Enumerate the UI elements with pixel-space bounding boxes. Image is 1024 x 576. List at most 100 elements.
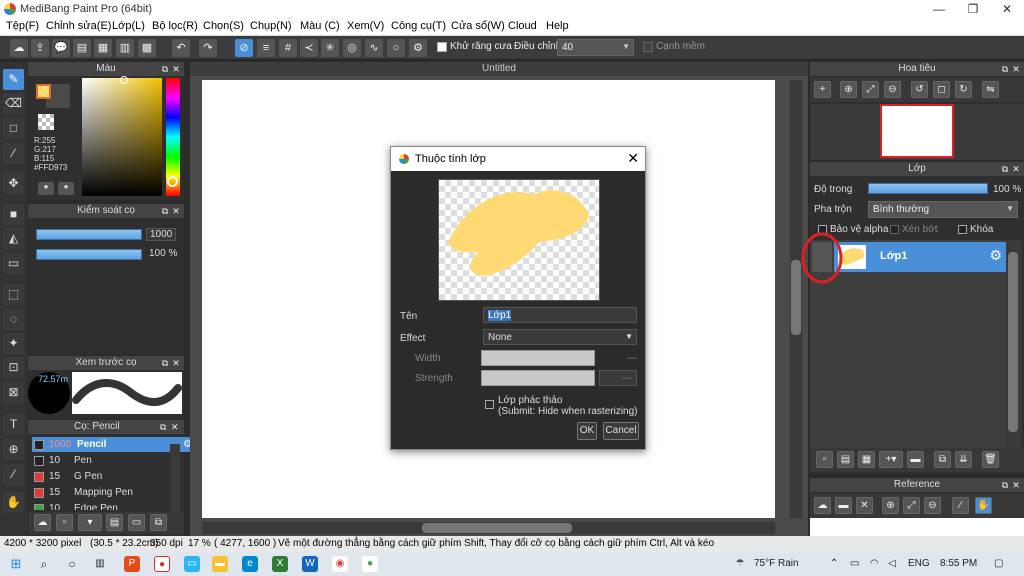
parallel-snap-icon[interactable]: ≡ [257, 39, 275, 57]
task-view-icon[interactable]: ▥ [92, 556, 108, 572]
app-icon[interactable]: ● [154, 556, 170, 572]
brush-tool-icon[interactable]: ✎ [3, 69, 24, 90]
canvas-vertical-scrollbar[interactable] [790, 80, 802, 518]
menu-file[interactable]: Tệp(F) [6, 20, 39, 32]
close-icon[interactable]: ✕ [171, 204, 181, 218]
text-tool-icon[interactable]: T [3, 414, 24, 435]
hue-cursor[interactable] [167, 176, 178, 187]
layer-row-selected[interactable]: Lớp1 ⚙ [834, 242, 1006, 272]
canvas-horizontal-scrollbar[interactable] [202, 522, 775, 534]
zoom-out-icon[interactable]: ⊖ [924, 497, 941, 514]
strength-value[interactable]: --- [599, 370, 637, 386]
monitor-icon[interactable]: ▭ [184, 556, 200, 572]
flip-icon[interactable]: ⇋ [982, 81, 999, 98]
vanishing-snap-icon[interactable]: ≺ [300, 39, 318, 57]
strength-slider[interactable] [481, 370, 595, 386]
gradient-tool-icon[interactable]: ▭ [3, 253, 24, 274]
soft-edge-checkbox[interactable] [643, 42, 653, 52]
width-slider[interactable] [481, 350, 595, 366]
zoom-in-icon[interactable]: ⊕ [840, 81, 857, 98]
edge-browser-icon[interactable]: e [242, 556, 258, 572]
hand-tool-icon[interactable]: ✋ [3, 492, 24, 513]
add-brush-icon[interactable]: ▾ [78, 514, 102, 531]
fit-screen-icon[interactable]: ⤢ [862, 81, 879, 98]
lasso-tool-icon[interactable]: ◌ [3, 309, 24, 330]
select-tool-icon[interactable]: ⬚ [3, 284, 24, 305]
magic-wand-icon[interactable]: ✦ [3, 333, 24, 354]
cortana-icon[interactable]: ○ [64, 556, 80, 572]
medibang-taskbar-icon[interactable]: ● [362, 556, 378, 572]
dot-tool-icon[interactable]: ∕ [3, 143, 24, 164]
close-icon[interactable]: ✕ [1011, 478, 1021, 492]
layer-opacity-slider[interactable] [868, 183, 988, 194]
float-icon[interactable]: ⧉ [1000, 162, 1010, 176]
cloud-upload-icon[interactable]: ☁ [814, 497, 831, 514]
brush-size-value[interactable]: 1000 [146, 228, 176, 241]
weather-text[interactable]: 75°F Rain [754, 558, 799, 569]
excel-icon[interactable]: X [272, 556, 288, 572]
close-icon[interactable]: ✕ [171, 356, 181, 370]
fit-screen-icon[interactable]: ⤢ [903, 497, 920, 514]
redo-icon[interactable]: ↷ [199, 39, 217, 57]
effect-dropdown[interactable]: None ▼ [483, 329, 637, 345]
windows-start-icon[interactable]: ⊞ [8, 556, 24, 572]
close-icon[interactable]: ✕ [171, 62, 181, 76]
palette-icon[interactable]: ● [38, 182, 54, 195]
primary-color-swatch[interactable] [36, 84, 51, 99]
close-icon[interactable]: ✕ [1011, 62, 1021, 76]
brush-opacity-slider[interactable] [36, 249, 142, 260]
word-icon[interactable]: W [302, 556, 318, 572]
layer-name-input[interactable]: Lớp1 [483, 307, 637, 323]
cross-snap-icon[interactable]: # [279, 39, 297, 57]
select-pen-icon[interactable]: ⊡ [3, 357, 24, 378]
scroll-thumb[interactable] [422, 523, 572, 533]
rectangle-tool-icon[interactable]: □ [3, 118, 24, 139]
merge-layer-icon[interactable]: ⇊ [955, 451, 972, 468]
file-explorer-icon[interactable]: ▬ [212, 556, 228, 572]
chrome-icon[interactable]: ◉ [332, 556, 348, 572]
open-folder-icon[interactable]: ▬ [835, 497, 852, 514]
duplicate-layer-icon[interactable]: ⧉ [934, 451, 951, 468]
menu-layer[interactable]: Lớp(L) [112, 20, 145, 32]
concentric-snap-icon[interactable]: ◎ [343, 39, 361, 57]
curve-snap-icon[interactable]: ∿ [365, 39, 383, 57]
close-reference-icon[interactable]: ✕ [856, 497, 873, 514]
float-icon[interactable]: ⧉ [160, 420, 170, 434]
hue-slider[interactable] [166, 78, 180, 196]
cloud-brush-icon[interactable]: ☁ [34, 514, 51, 531]
chat-icon[interactable]: 💬 [52, 39, 70, 57]
cancel-button[interactable]: Cancel [603, 422, 639, 440]
search-icon[interactable]: ⌕ [36, 556, 52, 572]
float-icon[interactable]: ⧉ [160, 62, 170, 76]
wifi-icon[interactable]: ◠ [870, 558, 879, 569]
comment-icon[interactable]: ▤ [73, 39, 91, 57]
close-button[interactable]: ✕ [990, 0, 1024, 18]
zoom-out-icon[interactable]: ⊖ [884, 81, 901, 98]
lock-checkbox[interactable] [958, 225, 967, 234]
reference-view[interactable] [810, 518, 1024, 536]
clock-time[interactable]: 8:55 PM [940, 558, 977, 569]
clipping-checkbox[interactable] [890, 225, 899, 234]
select-eraser-icon[interactable]: ⊠ [3, 382, 24, 403]
delete-layer-icon[interactable]: 🗑 [982, 451, 999, 468]
settings-gear-icon[interactable]: ⚙ [409, 39, 427, 57]
radial-snap-icon[interactable]: ✳ [321, 39, 339, 57]
weather-icon[interactable]: ☂ [730, 556, 750, 572]
fill-rect-tool-icon[interactable]: ■ [3, 204, 24, 225]
bucket-tool-icon[interactable]: ◭ [3, 228, 24, 249]
menu-color[interactable]: Màu (C) [300, 20, 340, 32]
ok-button[interactable]: OK [577, 422, 597, 440]
eraser-tool-icon[interactable]: ⌫ [3, 93, 24, 114]
scroll-thumb[interactable] [1008, 252, 1018, 432]
minimize-button[interactable]: — [922, 0, 956, 18]
layer-settings-gear-icon[interactable]: ⚙ [989, 247, 1002, 264]
rotate-left-icon[interactable]: ↺ [911, 81, 928, 98]
frame-icon[interactable]: ▦ [94, 39, 112, 57]
new-brush-icon[interactable]: ▫ [56, 514, 73, 531]
brush-copy-icon[interactable]: ▤ [106, 514, 123, 531]
antialias-checkbox[interactable] [437, 42, 447, 52]
brush-size-slider[interactable] [36, 229, 142, 240]
float-icon[interactable]: ⧉ [1000, 478, 1010, 492]
navigator-view[interactable] [810, 104, 1024, 160]
rotate-right-icon[interactable]: ↻ [955, 81, 972, 98]
